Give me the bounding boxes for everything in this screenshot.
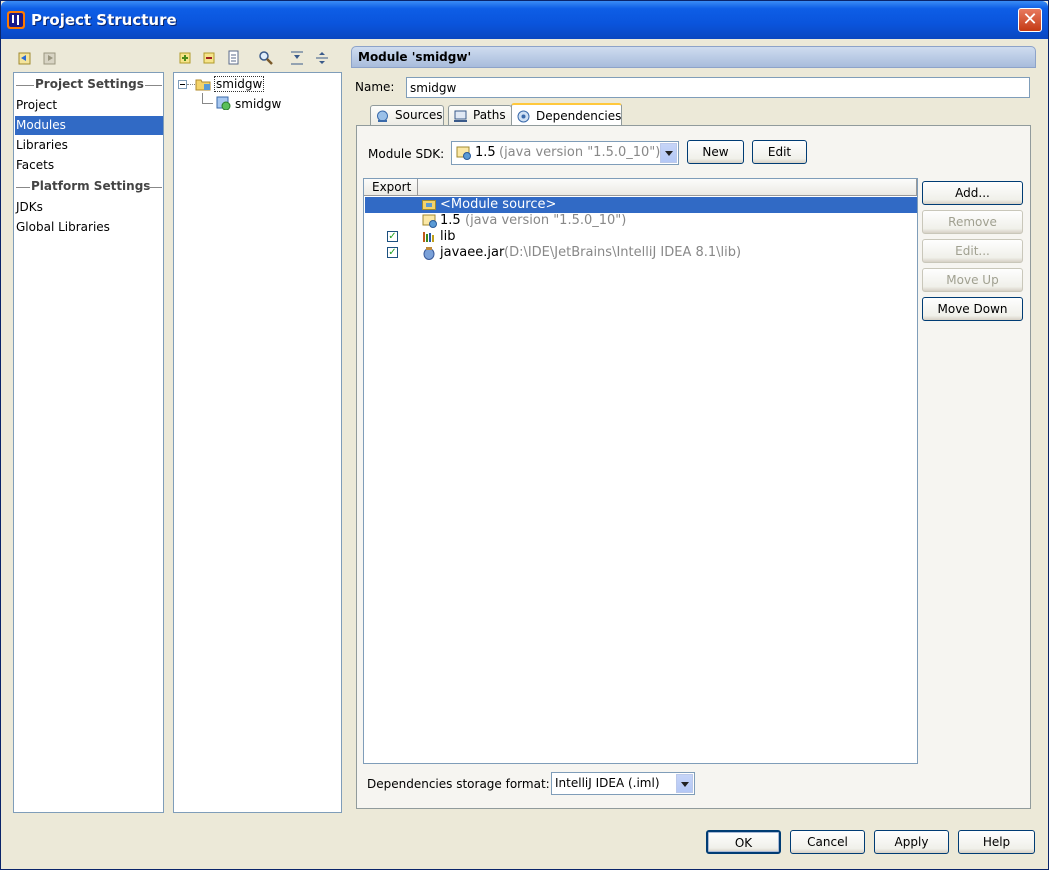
sidebar-item-libraries[interactable]: Libraries [15, 136, 163, 155]
storage-format-value: IntelliJ IDEA (.iml) [555, 776, 660, 790]
dependency-row-javaee-jar[interactable]: ✓ javaee.jar (D:\IDE\JetBrains\IntelliJ … [365, 245, 917, 261]
project-structure-window: Project Structure ✕ Project Settings Pro… [0, 0, 1049, 870]
paths-icon [454, 110, 467, 122]
tab-paths[interactable]: Paths [448, 105, 512, 126]
dependencies-icon [517, 110, 530, 123]
sdk-detail: (java version "1.5.0_10") [499, 145, 661, 160]
module-sdk-label: Module SDK: [368, 147, 445, 161]
library-icon [423, 232, 434, 242]
help-button[interactable]: Help [958, 830, 1035, 854]
tree-collapse-icon[interactable] [178, 80, 187, 89]
tree-node-root[interactable]: smidgw [214, 76, 265, 92]
project-settings-separator: Project Settings [14, 77, 164, 93]
tree-node-child[interactable]: smidgw [235, 97, 281, 111]
dependency-name: 1.5 [440, 213, 461, 228]
dependency-row-lib[interactable]: ✓ lib [365, 229, 917, 245]
close-button[interactable]: ✕ [1018, 8, 1042, 32]
tab-paths-label: Paths [473, 108, 506, 122]
dependency-row-module-source[interactable]: <Module source> [365, 197, 917, 213]
edit-dependency-button[interactable]: Edit... [922, 239, 1023, 263]
back-icon[interactable] [17, 50, 33, 66]
tab-dependencies[interactable]: Dependencies [511, 103, 622, 127]
export-checkbox[interactable]: ✓ [387, 247, 398, 258]
expand-all-icon[interactable] [289, 50, 305, 66]
copy-icon[interactable] [226, 50, 242, 66]
jdk-icon [456, 146, 471, 160]
dependencies-table: Export <Module source> 1.5 (java version… [363, 178, 918, 764]
dependency-row-jdk[interactable]: 1.5 (java version "1.5.0_10") [365, 213, 917, 229]
name-label: Name: [355, 80, 395, 94]
add-dependency-button[interactable]: Add... [922, 181, 1023, 205]
edit-sdk-button[interactable]: Edit [752, 140, 807, 164]
intellij-logo-icon [7, 11, 25, 29]
storage-dropdown-button[interactable] [676, 774, 693, 793]
ok-button[interactable]: OK [706, 830, 781, 854]
dependency-name: javaee.jar [440, 245, 505, 260]
dependency-detail: (D:\IDE\JetBrains\IntelliJ IDEA 8.1\lib) [504, 245, 742, 260]
module-tree: smidgw smidgw [173, 72, 342, 813]
platform-settings-separator: Platform Settings [14, 179, 164, 195]
apply-button[interactable]: Apply [874, 830, 949, 854]
sources-icon [377, 110, 388, 122]
window-title: Project Structure [31, 11, 177, 29]
column-header-export[interactable]: Export [364, 179, 418, 196]
sidebar-item-global-libraries[interactable]: Global Libraries [15, 218, 163, 237]
tab-dependencies-label: Dependencies [536, 109, 622, 123]
platform-settings-header: Platform Settings [31, 179, 151, 193]
column-header-name[interactable] [418, 179, 917, 196]
jdk-icon [422, 214, 437, 228]
title-bar[interactable]: Project Structure ✕ [1, 1, 1048, 39]
new-sdk-button[interactable]: New [687, 140, 744, 164]
module-folder-icon [195, 79, 211, 91]
sidebar-item-jdks[interactable]: JDKs [15, 198, 163, 217]
sidebar-item-modules[interactable]: Modules [15, 116, 163, 135]
sdk-dropdown-button[interactable] [660, 143, 677, 163]
sidebar-item-project[interactable]: Project [15, 96, 163, 115]
module-header: Module 'smidgw' [351, 46, 1036, 68]
jar-icon [423, 247, 435, 260]
close-icon: ✕ [1022, 9, 1038, 30]
tab-sources-label: Sources [395, 108, 443, 122]
settings-sidebar: Project Settings Project Modules Librari… [13, 72, 164, 813]
module-name-input[interactable] [406, 77, 1030, 98]
tab-sources[interactable]: Sources [370, 105, 444, 126]
dependency-name: lib [440, 229, 456, 244]
dependency-detail: (java version "1.5.0_10") [465, 213, 627, 228]
project-settings-header: Project Settings [35, 77, 144, 91]
remove-dependency-button[interactable]: Remove [922, 210, 1023, 234]
move-up-button[interactable]: Move Up [922, 268, 1023, 292]
sidebar-item-facets[interactable]: Facets [15, 156, 163, 175]
dependency-name: <Module source> [440, 197, 557, 212]
remove-icon[interactable] [201, 50, 217, 66]
export-checkbox[interactable]: ✓ [387, 231, 398, 242]
storage-format-combo[interactable]: IntelliJ IDEA (.iml) [551, 772, 695, 795]
source-folder-icon [422, 200, 436, 210]
module-icon [216, 96, 231, 110]
add-icon[interactable] [177, 50, 193, 66]
find-icon[interactable] [258, 50, 274, 66]
move-down-button[interactable]: Move Down [922, 297, 1023, 321]
module-header-title: Module 'smidgw' [358, 50, 472, 64]
collapse-all-icon[interactable] [314, 50, 330, 66]
forward-icon[interactable] [42, 50, 58, 66]
cancel-button[interactable]: Cancel [790, 830, 865, 854]
storage-format-label: Dependencies storage format: [367, 777, 550, 791]
sdk-version: 1.5 [475, 145, 496, 160]
module-sdk-combo[interactable]: 1.5 (java version "1.5.0_10") [451, 141, 679, 165]
